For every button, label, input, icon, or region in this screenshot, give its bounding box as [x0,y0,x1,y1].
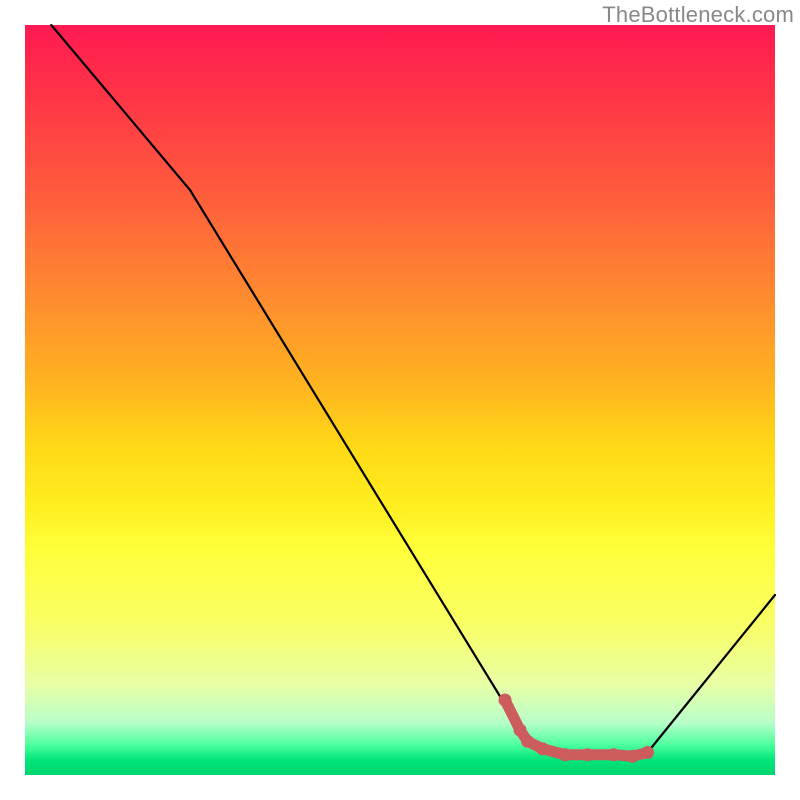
chart-overlay-svg [0,0,800,800]
watermark-text: TheBottleneck.com [602,2,794,28]
series-dot-optimal-highlight [499,694,512,707]
series-dot-optimal-highlight [607,748,620,761]
series-dot-optimal-highlight [641,746,654,759]
series-bottleneck-curve [51,25,775,759]
chart-container: TheBottleneck.com [0,0,800,800]
series-dot-optimal-highlight [626,750,639,763]
series-dot-optimal-highlight [559,748,572,761]
series-dot-optimal-highlight [514,724,527,737]
series-dot-optimal-highlight [536,742,549,755]
series-optimal-highlight [505,700,648,756]
series-dot-optimal-highlight [581,748,594,761]
series-dot-optimal-highlight [521,735,534,748]
